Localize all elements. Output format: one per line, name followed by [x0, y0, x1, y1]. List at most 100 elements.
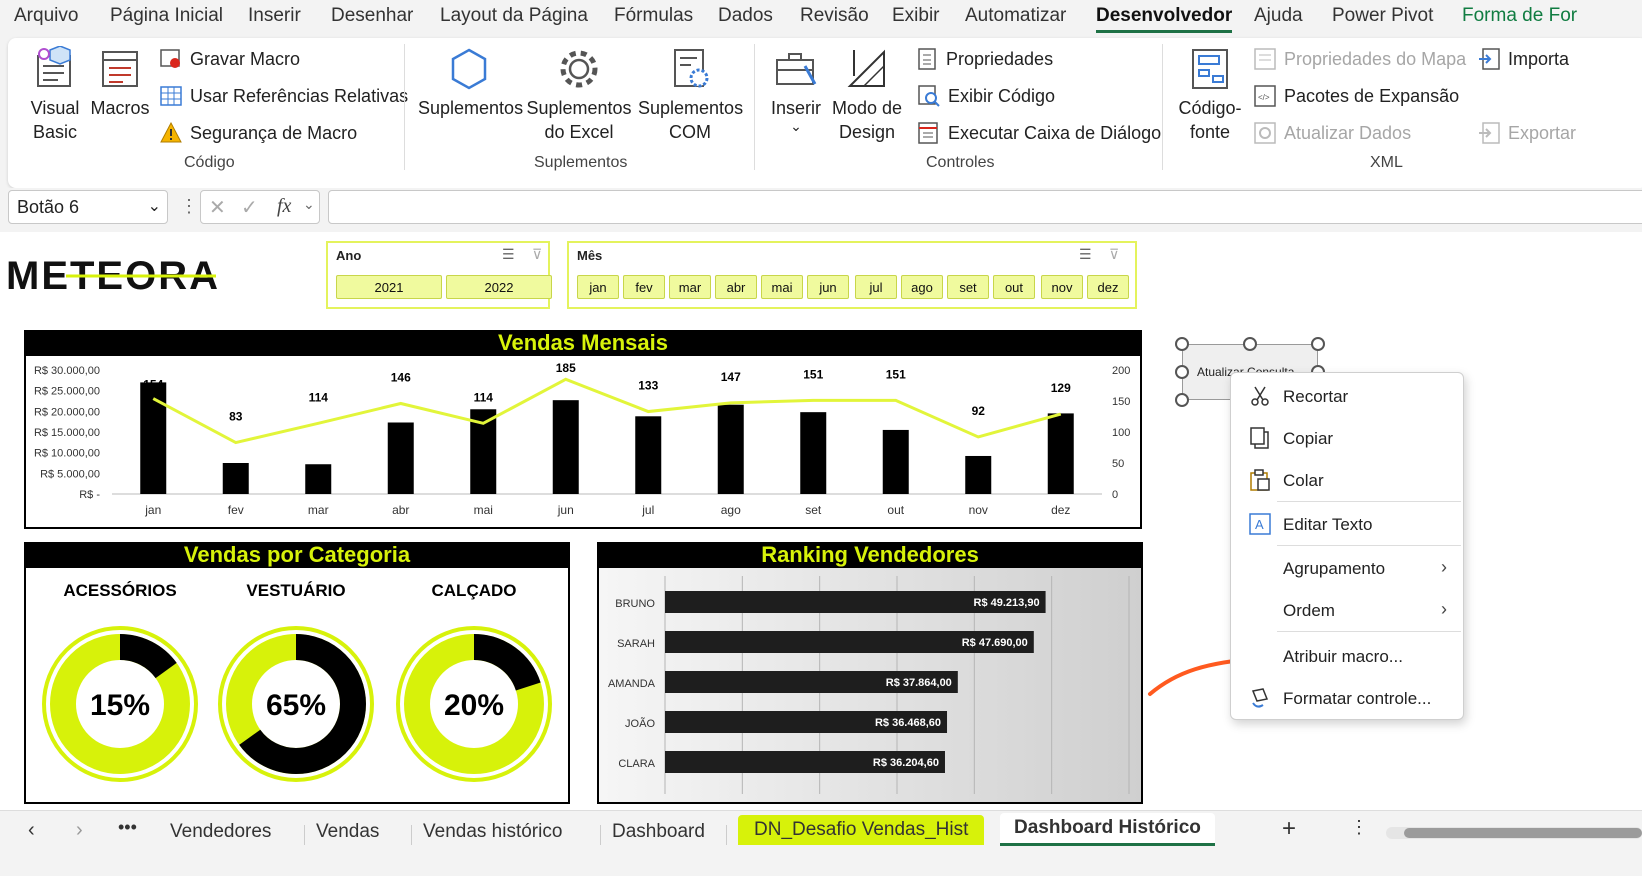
usar-referencias-button[interactable]: Usar Referências Relativas — [160, 85, 408, 107]
menu-arquivo[interactable]: Arquivo — [14, 5, 78, 27]
importar-button[interactable]: Importa — [1478, 48, 1569, 70]
x-tick-label: nov — [969, 503, 988, 517]
clear-filter-icon[interactable]: ⊽ — [532, 246, 542, 263]
resize-handle[interactable] — [1243, 337, 1257, 351]
group-divider — [754, 44, 755, 170]
more-tabs-icon[interactable]: ••• — [118, 817, 137, 838]
sheet-tabs-bar: ‹ › ••• Vendedores Vendas Vendas histórico… — [0, 810, 1642, 876]
resize-handle[interactable] — [1175, 393, 1189, 407]
resize-handle[interactable] — [1175, 365, 1189, 379]
executar-caixa-button[interactable]: Executar Caixa de Diálogo — [918, 122, 1161, 144]
menu-f-rmulas[interactable]: Fórmulas — [614, 5, 693, 27]
menu-automatizar[interactable]: Automatizar — [965, 5, 1066, 27]
multi-select-icon[interactable]: ☰ — [1079, 246, 1092, 263]
confirm-icon[interactable]: ✓ — [241, 195, 258, 220]
menu-item-recortar[interactable]: Recortar — [1283, 387, 1348, 407]
menu-desenhar[interactable]: Desenhar — [331, 5, 413, 27]
suplementos-button[interactable]: Suplementos — [418, 46, 523, 120]
slicer-item-fev[interactable]: fev — [623, 275, 665, 299]
clear-filter-icon[interactable]: ⊽ — [1109, 246, 1119, 263]
macros-button[interactable]: Macros — [90, 46, 150, 120]
slicer-item-out[interactable]: out — [993, 275, 1035, 299]
multi-select-icon[interactable]: ☰ — [502, 246, 515, 263]
exibir-codigo-button[interactable]: Exibir Código — [918, 85, 1055, 107]
slicer-item-ago[interactable]: ago — [901, 275, 943, 299]
menu-power-pivot[interactable]: Power Pivot — [1332, 5, 1433, 27]
gravar-macro-button[interactable]: Gravar Macro — [160, 48, 300, 70]
menu-item-agrupamento[interactable]: Agrupamento — [1283, 559, 1385, 579]
menu-ajuda[interactable]: Ajuda — [1254, 5, 1303, 27]
bar-jun — [552, 400, 579, 494]
add-sheet-icon[interactable]: + — [1282, 815, 1296, 843]
scroll-right-icon[interactable]: › — [76, 819, 83, 842]
resize-handle[interactable] — [1175, 337, 1189, 351]
slicer-item-nov[interactable]: nov — [1041, 275, 1083, 299]
slicer-item-2021[interactable]: 2021 — [336, 275, 442, 299]
vendas-categoria-chart[interactable]: ACESSÓRIOS 15% VESTUÁRIO 65% CALÇADO 20% — [26, 570, 568, 802]
cancel-icon[interactable]: ✕ — [209, 195, 226, 220]
suplementos-excel-label: Suplementos do Excel — [526, 98, 632, 142]
slicer-item-mai[interactable]: mai — [761, 275, 803, 299]
slicer-item-jan[interactable]: jan — [577, 275, 619, 299]
slicer-item-2022[interactable]: 2022 — [446, 275, 552, 299]
chevron-right-icon: › — [1441, 599, 1447, 619]
sheet-tab[interactable]: Dashboard Histórico — [1000, 813, 1215, 846]
menu-item-copiar[interactable]: Copiar — [1283, 429, 1333, 449]
ranking-category: BRUNO — [615, 598, 655, 610]
more-options-icon[interactable]: ⋮ — [180, 196, 198, 217]
data-label: 185 — [556, 361, 576, 375]
menu-layout-da-p-gina[interactable]: Layout da Página — [440, 5, 588, 27]
menu-item-atribuir-macro[interactable]: Atribuir macro... — [1283, 647, 1403, 667]
formula-bar: Botão 6 ⌄ ⋮ ✕ ✓ fx ⌄ — [0, 188, 1642, 232]
slicer-item-mar[interactable]: mar — [669, 275, 711, 299]
inserir-controle-button[interactable]: Inserir ⌄ — [768, 46, 824, 133]
menu-item-ordem[interactable]: Ordem — [1283, 601, 1335, 621]
sheet-tab[interactable]: Vendas histórico — [423, 821, 562, 843]
menu-dados[interactable]: Dados — [718, 5, 773, 27]
y2-tick-label: 50 — [1112, 458, 1124, 470]
modo-design-button[interactable]: Modo de Design — [828, 46, 906, 144]
name-box[interactable]: Botão 6 ⌄ — [8, 190, 168, 224]
menu-desenvolvedor[interactable]: Desenvolvedor — [1096, 5, 1233, 33]
suplementos-com-button[interactable]: Suplementos COM — [638, 46, 743, 144]
donut-value: 65% — [266, 689, 326, 722]
slicer-item-set[interactable]: set — [947, 275, 989, 299]
data-label: 133 — [638, 379, 658, 393]
menu-exibir[interactable]: Exibir — [892, 5, 940, 27]
scrollbar-thumb[interactable] — [1404, 828, 1642, 838]
chevron-down-icon[interactable]: ⌄ — [303, 196, 315, 213]
menu-item-formatar-controle[interactable]: Formatar controle... — [1283, 689, 1431, 709]
menu-p-gina-inicial[interactable]: Página Inicial — [110, 5, 223, 27]
scroll-left-icon[interactable]: ‹ — [28, 819, 35, 842]
slicer-item-jun[interactable]: jun — [807, 275, 849, 299]
pacotes-expansao-button[interactable]: </> Pacotes de Expansão — [1254, 85, 1459, 107]
codigo-fonte-button[interactable]: Código- fonte — [1172, 46, 1248, 144]
sheet-tab[interactable]: Vendas — [316, 821, 379, 843]
slicer-item-jul[interactable]: jul — [855, 275, 897, 299]
formula-input[interactable] — [328, 190, 1642, 224]
fx-icon[interactable]: fx — [277, 195, 291, 218]
suplementos-excel-button[interactable]: Suplementos do Excel — [526, 46, 632, 144]
chevron-down-icon[interactable]: ⌄ — [148, 196, 161, 216]
pacotes-expansao-label: Pacotes de Expansão — [1284, 85, 1460, 106]
menu-item-colar[interactable]: Colar — [1283, 471, 1324, 491]
visual-basic-button[interactable]: Visual Basic — [22, 46, 88, 144]
more-options-icon[interactable]: ⋮ — [1350, 817, 1368, 838]
propriedades-button[interactable]: Propriedades — [918, 48, 1053, 70]
slicer-item-abr[interactable]: abr — [715, 275, 757, 299]
menu-item-editar-texto[interactable]: Editar Texto — [1283, 515, 1372, 535]
menu-revis-o[interactable]: Revisão — [800, 5, 869, 27]
menu-inserir[interactable]: Inserir — [248, 5, 301, 27]
seguranca-macro-button[interactable]: Segurança de Macro — [160, 122, 357, 144]
menu-forma-de-for[interactable]: Forma de For — [1462, 5, 1577, 27]
horizontal-scrollbar[interactable] — [1386, 827, 1642, 839]
resize-handle[interactable] — [1311, 337, 1325, 351]
tab-divider — [411, 825, 412, 845]
sheet-tab[interactable]: DN_Desafio Vendas_Hist — [738, 815, 985, 845]
slicer-item-dez[interactable]: dez — [1087, 275, 1129, 299]
ranking-chart[interactable]: BRUNO R$ 49.213,90 SARAH R$ 47.690,00 AMANDA… — [599, 570, 1141, 802]
sheet-tab[interactable]: Vendedores — [170, 821, 271, 843]
x-tick-label: out — [887, 503, 904, 517]
vendas-mensais-chart[interactable]: R$ 30.000,00 R$ 25.000,00 R$ 20.000,00 R$ 1… — [26, 358, 1140, 526]
sheet-tab[interactable]: Dashboard — [612, 821, 705, 843]
